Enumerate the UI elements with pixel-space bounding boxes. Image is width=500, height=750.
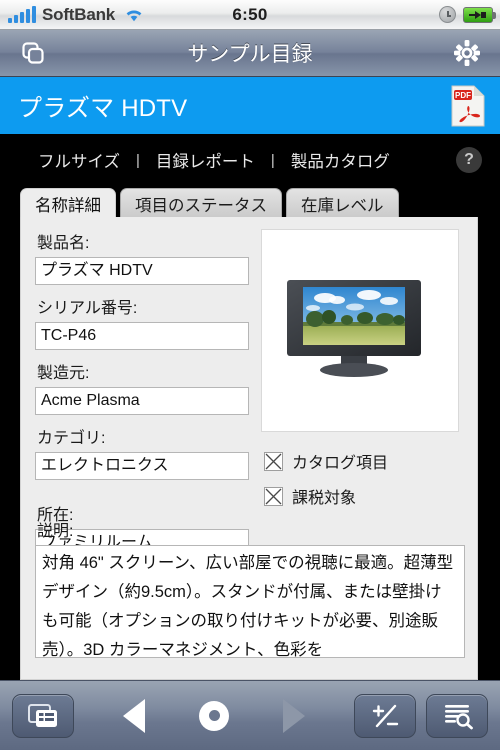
triangle-left-icon (123, 698, 145, 733)
record-indicator[interactable] (187, 694, 241, 738)
record-circle-icon (199, 700, 229, 731)
link-catalog-report[interactable]: 目録レポート (140, 148, 271, 172)
navigation-bar: サンプル目録 (0, 30, 500, 77)
record-header-bar: プラズマ HDTV PDF (0, 77, 500, 134)
checkbox-row-catalog-item[interactable]: カタログ項目 (264, 449, 388, 473)
tab-stock-level[interactable]: 在庫レベル (286, 188, 399, 219)
next-record-button[interactable] (267, 694, 321, 738)
product-image-container[interactable] (261, 229, 459, 432)
tab-name-details[interactable]: 名称詳細 (20, 188, 116, 219)
help-icon[interactable]: ? (456, 147, 482, 173)
label-product-name: 製品名: (37, 235, 90, 252)
layout-list-button[interactable] (12, 693, 74, 738)
bottom-toolbar (0, 680, 500, 750)
checkbox-label-taxable: 課税対象 (292, 490, 357, 507)
record-navigation-group (107, 694, 321, 738)
tab-item-status[interactable]: 項目のステータス (120, 188, 282, 219)
link-full-size[interactable]: フルサイズ (18, 148, 136, 172)
action-links: フルサイズ | 目録レポート | 製品カタログ (18, 148, 406, 172)
form-fields-column: 製品名: プラズマ HDTV シリアル番号: TC-P46 製造元: Acme … (35, 229, 253, 557)
app-root: SoftBank 6:50 サンプル目録 プラズマ HDTV PDF フルサイズ… (0, 0, 500, 750)
battery-charging-icon (463, 6, 496, 23)
label-category: カテゴリ: (37, 430, 106, 447)
new-delete-record-button[interactable] (354, 693, 416, 738)
alarm-clock-icon (439, 6, 456, 23)
page-title: サンプル目録 (187, 43, 313, 66)
field-serial-number[interactable]: TC-P46 (35, 322, 249, 350)
layers-copy-icon[interactable] (14, 36, 52, 70)
clock-label: 6:50 (232, 4, 268, 24)
gear-icon[interactable] (448, 36, 486, 70)
status-bar-right (439, 6, 496, 23)
field-category[interactable]: エレクトロニクス (35, 452, 249, 480)
field-product-name[interactable]: プラズマ HDTV (35, 257, 249, 285)
previous-record-button[interactable] (107, 694, 161, 738)
checkbox-row-taxable[interactable]: 課税対象 (264, 484, 388, 508)
tab-strip: 名称詳細 項目のステータス 在庫レベル (0, 186, 500, 219)
field-manufacturer[interactable]: Acme Plasma (35, 387, 249, 415)
label-manufacturer: 製造元: (37, 365, 90, 382)
description-section: 説明: 対角 46" スクリーン、広い部屋での視聴に最適。超薄型デザイン（約9.… (35, 517, 465, 658)
link-product-catalog[interactable]: 製品カタログ (275, 148, 406, 172)
find-records-button[interactable] (426, 693, 488, 738)
status-bar: SoftBank 6:50 (0, 0, 500, 30)
checkbox-taxable[interactable] (264, 486, 283, 506)
pdf-document-icon[interactable]: PDF (450, 84, 486, 128)
detail-panel: 製品名: プラズマ HDTV シリアル番号: TC-P46 製造元: Acme … (20, 217, 478, 680)
label-serial-number: シリアル番号: (37, 300, 138, 317)
action-link-toolbar: フルサイズ | 目録レポート | 製品カタログ ? (0, 134, 500, 186)
svg-text:PDF: PDF (455, 91, 471, 100)
checkbox-group: カタログ項目 課税対象 (264, 449, 388, 519)
label-description: 説明: (37, 523, 74, 540)
record-title: プラズマ HDTV (18, 95, 188, 122)
checkbox-catalog-item[interactable] (264, 451, 283, 471)
triangle-right-icon (283, 698, 305, 733)
field-description[interactable]: 対角 46" スクリーン、広い部屋での視聴に最適。超薄型デザイン（約9.5cm）… (35, 545, 465, 658)
product-photo-flatscreen-tv (285, 278, 435, 383)
checkbox-label-catalog-item: カタログ項目 (292, 455, 389, 472)
